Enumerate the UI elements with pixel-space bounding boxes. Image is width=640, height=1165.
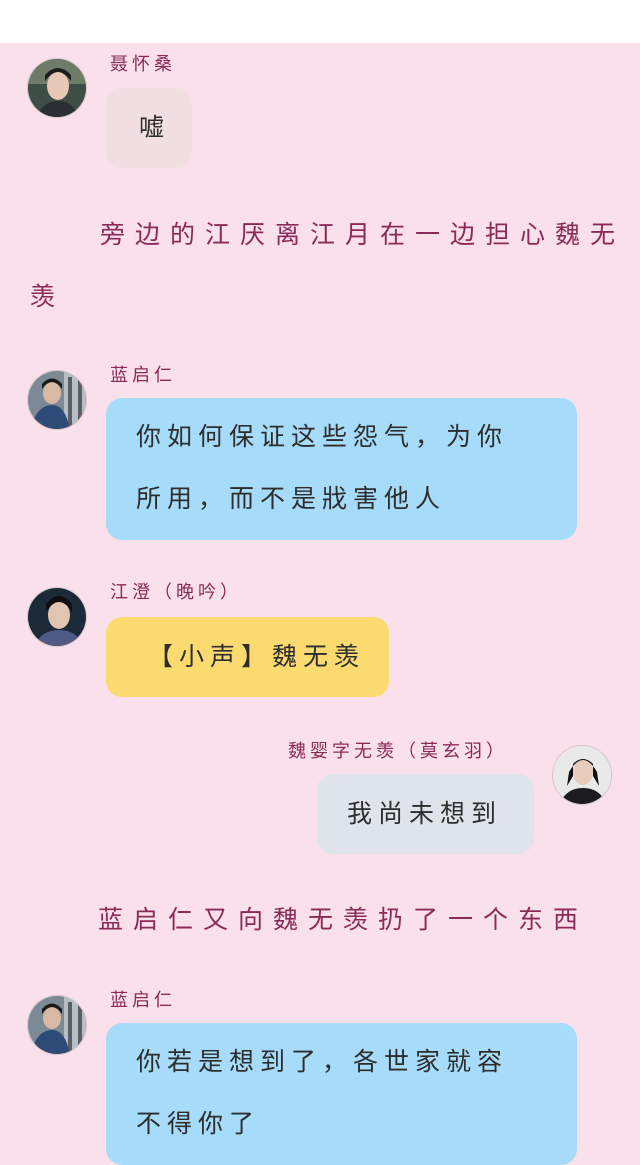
message-text: 我尚未想到 [347,799,503,828]
narration-text: 旁边的江厌离江月在一边担心魏无 [100,220,626,249]
speaker-name: 蓝启仁 [110,990,176,1011]
message-text-line: 不得你了 [136,1109,261,1138]
message-bubble[interactable]: 嘘 [106,88,192,168]
message-bubble[interactable]: 我尚未想到 [317,774,534,854]
top-status-bar [0,0,640,43]
avatar-lan-qiren[interactable] [27,995,87,1055]
avatar-nie-huaisang[interactable] [27,58,87,118]
speaker-name: 魏婴字无羡（莫玄羽） [288,741,508,762]
avatar-lan-qiren[interactable] [27,370,87,430]
message-text-line: 你若是想到了，各世家就容 [136,1047,509,1076]
message-text: 嘘 [139,113,171,142]
message-text-line: 你如何保证这些怨气，为你 [136,422,509,451]
avatar-jiang-cheng[interactable] [27,587,87,647]
narration-text: 羡 [30,282,66,311]
avatar-wei-ying[interactable] [552,745,612,805]
narration-text: 蓝启仁又向魏无羡扔了一个东西 [98,905,589,934]
message-text-line: 所用，而不是戕害他人 [136,484,447,513]
message-bubble[interactable]: 你如何保证这些怨气，为你 所用，而不是戕害他人 [106,398,577,540]
message-bubble[interactable]: 【小声】魏无羡 [106,617,389,697]
speaker-name: 聂怀桑 [110,54,176,75]
message-bubble[interactable]: 你若是想到了，各世家就容 不得你了 [106,1023,577,1165]
message-text: 【小声】魏无羡 [148,642,366,671]
speaker-name: 蓝启仁 [110,365,176,386]
speaker-name: 江澄（晚吟） [110,582,242,603]
